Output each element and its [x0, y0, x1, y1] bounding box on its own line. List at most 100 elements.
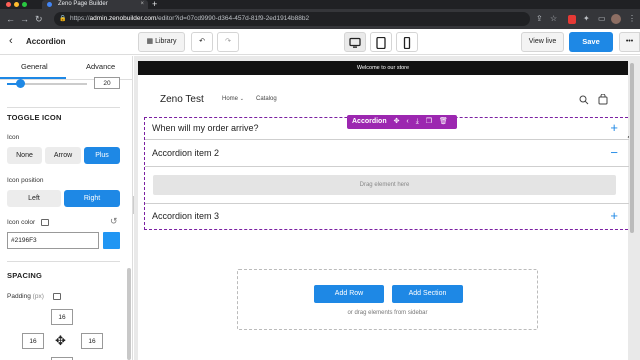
reset-icon[interactable]: ↺ [110, 216, 118, 227]
search-icon[interactable] [579, 95, 589, 105]
close-tab-icon[interactable]: × [140, 0, 144, 9]
share-icon[interactable]: ⇪ [536, 14, 543, 24]
nav-catalog[interactable]: Catalog [256, 96, 277, 102]
accordion-item[interactable]: Accordion item 3 + [145, 204, 632, 229]
icon-option-plus[interactable]: Plus [84, 147, 120, 164]
back-arrow-icon[interactable]: ← [6, 13, 15, 25]
more-options-button[interactable]: ••• [619, 32, 640, 52]
forward-arrow-icon[interactable]: → [20, 13, 29, 25]
reload-icon[interactable]: ↻ [35, 13, 43, 25]
editor-canvas: Welcome to our store Zeno Test Home ⌄ Ca… [134, 56, 640, 360]
tablet-icon [376, 36, 386, 50]
add-content-dropzone: Add Row Add Section or drag elements fro… [237, 269, 538, 330]
accordion-panel: Drag element here [145, 167, 632, 204]
view-live-label: View live [528, 38, 557, 45]
window-close-button[interactable] [6, 2, 11, 7]
add-section-button[interactable]: Add Section [392, 285, 463, 303]
cart-icon[interactable] [598, 94, 608, 105]
accordion[interactable]: When will my order arrive? + ➚ Accordion… [144, 117, 634, 230]
mobile-icon [403, 36, 411, 50]
nav-home-label: Home [222, 96, 239, 102]
library-label: Library [155, 38, 177, 45]
bookmark-star-icon[interactable]: ☆ [550, 14, 557, 24]
undo-icon: ↶ [199, 38, 205, 45]
redo-button[interactable]: ↷ [217, 32, 239, 52]
chevron-left-icon[interactable]: ‹ [9, 35, 13, 47]
browser-tab[interactable]: Zeno Page Builder × [42, 0, 148, 9]
editor-header: ‹ Accordion ▦ Library ↶ ↷ View live Save… [0, 29, 640, 55]
extension-icon[interactable] [568, 15, 576, 24]
store-logo[interactable]: Zeno Test [160, 94, 204, 105]
responsive-icon[interactable] [41, 219, 49, 226]
desktop-icon [349, 37, 361, 48]
toggle-icon-heading: TOGGLE ICON [7, 113, 62, 122]
responsive-icon[interactable] [53, 293, 61, 300]
icon-label: Icon [7, 134, 20, 141]
divider [7, 261, 120, 262]
url-host: admin.zenobuilder.com [89, 15, 157, 22]
window-minimize-button[interactable] [14, 2, 19, 7]
position-option-right[interactable]: Right [64, 190, 120, 207]
canvas-scrollbar[interactable] [629, 61, 635, 355]
icon-option-none[interactable]: None [7, 147, 42, 164]
grid-icon: ▦ [146, 38, 154, 45]
tablet-view-button[interactable] [370, 32, 392, 52]
undo-button[interactable]: ↶ [191, 32, 213, 52]
slider-handle[interactable] [16, 79, 25, 88]
tab-general[interactable]: General [21, 62, 48, 71]
url-prefix: https:// [70, 15, 90, 22]
tab-advance[interactable]: Advance [86, 62, 115, 71]
add-row-button[interactable]: Add Row [314, 285, 384, 303]
icon-option-arrow[interactable]: Arrow [45, 147, 81, 164]
delete-icon[interactable]: 🗑 [439, 115, 448, 129]
desktop-view-button[interactable] [344, 32, 366, 52]
duplicate-icon[interactable]: ❐ [426, 115, 432, 129]
accordion-item[interactable]: Accordion item 2 − [145, 140, 632, 167]
spacing-heading: SPACING [7, 271, 43, 280]
padding-top-input[interactable]: 16 [51, 309, 73, 325]
nav-home[interactable]: Home ⌄ [222, 96, 244, 102]
mobile-view-button[interactable] [396, 32, 418, 52]
window-maximize-button[interactable] [22, 2, 27, 7]
accordion-item-title: Accordion item 2 [152, 148, 220, 158]
save-button[interactable]: Save [569, 32, 613, 52]
scrollbar-thumb[interactable] [630, 63, 634, 233]
puzzle-extensions-icon[interactable]: ✦ [583, 14, 590, 24]
view-live-button[interactable]: View live [521, 32, 564, 52]
icon-color-input[interactable]: #2196F3 [7, 232, 99, 249]
browser-toolbar: ← → ↻ 🔒 https://admin.zenobuilder.com/ed… [0, 9, 640, 29]
panel-title: Accordion [26, 37, 66, 46]
minus-icon[interactable]: − [610, 145, 618, 160]
sidepanel-icon[interactable]: ▭ [598, 14, 606, 24]
save-element-icon[interactable]: ⤓ [416, 115, 419, 129]
settings-sidebar: General Advance 20 TOGGLE ICON Icon None… [0, 56, 133, 360]
library-button[interactable]: ▦ Library [138, 32, 185, 52]
chevron-down-icon: ⌄ [239, 96, 244, 102]
dropzone-hint: or drag elements from sidebar [347, 310, 428, 316]
browser-menu-icon[interactable]: ⋮ [628, 14, 636, 24]
move-arrows-icon[interactable]: ✥ [55, 333, 66, 349]
browser-tab-bar: Zeno Page Builder × + [0, 0, 640, 9]
redo-icon: ↷ [225, 38, 231, 45]
url-path: /editor?id=07cd9990-d364-457d-81f9-2ed19… [156, 15, 310, 22]
padding-label: Padding (px) [7, 293, 44, 300]
color-swatch[interactable] [103, 232, 120, 249]
move-icon[interactable]: ✥ [394, 115, 400, 129]
accordion-item-title: Accordion item 3 [152, 211, 220, 221]
select-parent-icon[interactable]: ‹ [406, 115, 408, 129]
padding-left-input[interactable]: 16 [22, 333, 44, 349]
sidebar-scrollbar[interactable] [127, 268, 131, 360]
address-bar[interactable]: 🔒 https://admin.zenobuilder.com/editor?i… [54, 12, 530, 26]
announcement-bar: Welcome to our store [138, 61, 628, 75]
profile-avatar[interactable] [611, 14, 621, 24]
drop-placeholder[interactable]: Drag element here [153, 175, 616, 195]
plus-icon[interactable]: + [610, 208, 618, 223]
element-toolbar: Accordion ✥ ‹ ⤓ ❐ 🗑 [347, 115, 457, 129]
slider-value-input[interactable]: 20 [94, 77, 120, 89]
divider [7, 107, 120, 108]
position-option-left[interactable]: Left [7, 190, 61, 207]
new-tab-button[interactable]: + [152, 0, 157, 9]
padding-right-input[interactable]: 16 [81, 333, 103, 349]
plus-icon[interactable]: + [610, 120, 618, 135]
padding-unit: (px) [32, 293, 44, 300]
